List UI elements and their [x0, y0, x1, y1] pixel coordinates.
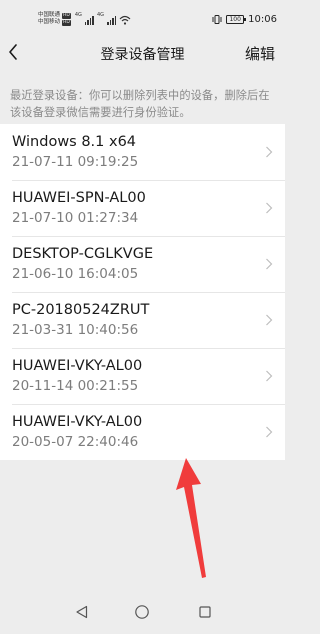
device-list-item[interactable]: HUAWEI-VKY-AL00 20-11-14 00:21:55	[0, 348, 285, 404]
page-title: 登录设备管理	[100, 47, 185, 63]
network-type-label: 4G	[96, 12, 104, 18]
square-recent-icon	[199, 606, 211, 618]
screen: 中国联通 HD 中国移动 HD 4G 4G 100 10:06 登录设备管理 编…	[0, 0, 285, 634]
carrier-2-label: 中国移动	[38, 19, 61, 25]
status-right: 100 10:06	[212, 14, 277, 25]
hd-badge: HD	[62, 19, 71, 26]
device-login-time: 20-11-14 00:21:55	[12, 378, 139, 394]
hd-badge: HD	[62, 12, 71, 19]
system-nav-bar	[0, 592, 285, 634]
status-bar: 中国联通 HD 中国移动 HD 4G 4G 100 10:06	[0, 0, 285, 38]
device-login-time: 21-07-11 09:19:25	[12, 154, 139, 170]
device-list-item[interactable]: PC-20180524ZRUT 21-03-31 10:40:56	[0, 292, 285, 348]
back-button[interactable]	[8, 42, 22, 62]
device-name: HUAWEI-VKY-AL00	[12, 414, 143, 430]
carrier-1-label: 中国联通	[38, 12, 61, 18]
system-back-button[interactable]	[72, 602, 92, 622]
device-login-time: 21-07-10 01:27:34	[12, 210, 139, 226]
signal-bars-icon	[107, 16, 116, 25]
vibrate-icon	[212, 14, 222, 24]
chevron-right-icon	[266, 426, 273, 438]
annotation-arrow-icon	[176, 458, 206, 578]
system-recent-apps-button[interactable]	[195, 602, 215, 622]
signal-indicators: 4G 4G	[75, 13, 131, 25]
battery-icon: 100	[226, 14, 247, 24]
device-name: Windows 8.1 x64	[12, 134, 137, 150]
chevron-right-icon	[266, 258, 273, 270]
nav-bar: 登录设备管理 编辑	[0, 38, 285, 68]
chevron-right-icon	[266, 146, 273, 158]
device-list-description: 最近登录设备：你可以删除列表中的设备，删除后在该设备登录微信需要进行身份验证。	[10, 89, 270, 119]
network-type-label: 4G	[74, 12, 82, 18]
signal-bars-icon	[84, 16, 94, 25]
device-list-item[interactable]: DESKTOP-CGLKVGE 21-06-10 16:04:05	[0, 236, 285, 292]
device-name: HUAWEI-VKY-AL00	[12, 358, 143, 374]
device-list: Windows 8.1 x64 21-07-11 09:19:25 HUAWEI…	[0, 124, 285, 460]
circle-home-icon	[135, 605, 149, 619]
device-name: HUAWEI-SPN-AL00	[12, 190, 146, 206]
chevron-left-icon	[9, 44, 17, 60]
edit-button[interactable]: 编辑	[245, 43, 275, 64]
chevron-right-icon	[266, 370, 273, 382]
system-home-button[interactable]	[132, 602, 152, 622]
device-login-time: 20-05-07 22:40:46	[12, 434, 139, 450]
device-name: DESKTOP-CGLKVGE	[12, 246, 154, 262]
device-list-item[interactable]: HUAWEI-SPN-AL00 21-07-10 01:27:34	[0, 180, 285, 236]
chevron-right-icon	[266, 202, 273, 214]
device-login-time: 21-06-10 16:04:05	[12, 266, 139, 282]
device-name: PC-20180524ZRUT	[12, 302, 150, 318]
chevron-right-icon	[266, 314, 273, 326]
status-time: 10:06	[248, 13, 277, 25]
device-list-item[interactable]: Windows 8.1 x64 21-07-11 09:19:25	[0, 124, 285, 180]
device-login-time: 21-03-31 10:40:56	[12, 322, 139, 338]
wifi-icon	[119, 15, 131, 25]
triangle-back-icon	[76, 605, 88, 619]
carrier-info: 中国联通 HD 中国移动 HD	[38, 12, 71, 26]
device-list-item[interactable]: HUAWEI-VKY-AL00 20-05-07 22:40:46	[0, 404, 285, 460]
